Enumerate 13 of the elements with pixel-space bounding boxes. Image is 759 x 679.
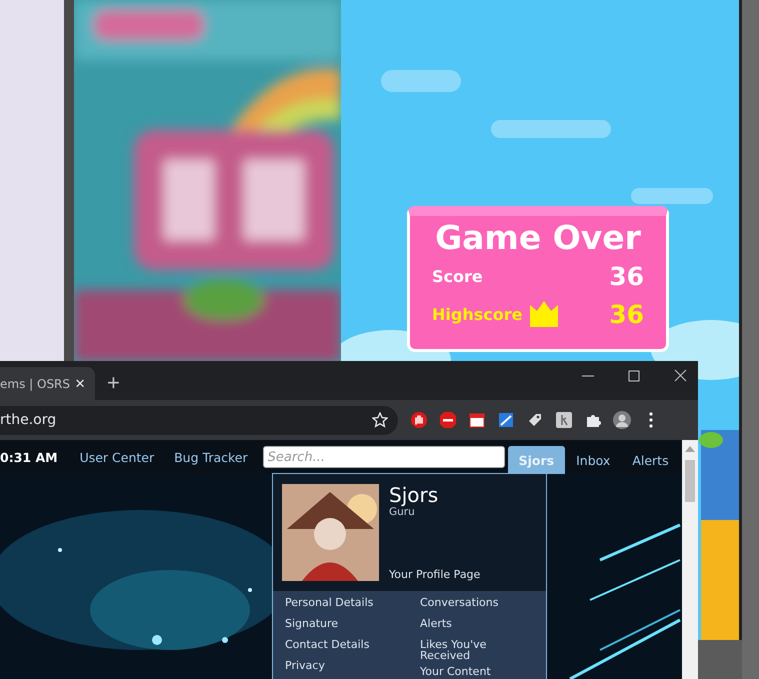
- browser-tab[interactable]: ems | OSRS ×: [0, 367, 95, 400]
- nav-link[interactable]: User Center: [80, 450, 154, 464]
- close-tab-button[interactable]: ×: [75, 374, 85, 394]
- url-text: rthe.org: [0, 412, 56, 428]
- new-tab-button[interactable]: +: [107, 370, 120, 396]
- nav-link[interactable]: Bug Tracker: [174, 450, 248, 464]
- address-bar[interactable]: rthe.org: [0, 406, 398, 434]
- menu-link[interactable]: Likes You've Received: [420, 639, 534, 661]
- menu-link[interactable]: Your Content: [420, 666, 534, 679]
- menu-link[interactable]: Privacy: [285, 660, 420, 676]
- clock-time: 0:31 AM: [0, 450, 58, 464]
- menu-link[interactable]: Contact Details: [285, 639, 420, 655]
- tab-title: ems | OSRS: [0, 376, 70, 390]
